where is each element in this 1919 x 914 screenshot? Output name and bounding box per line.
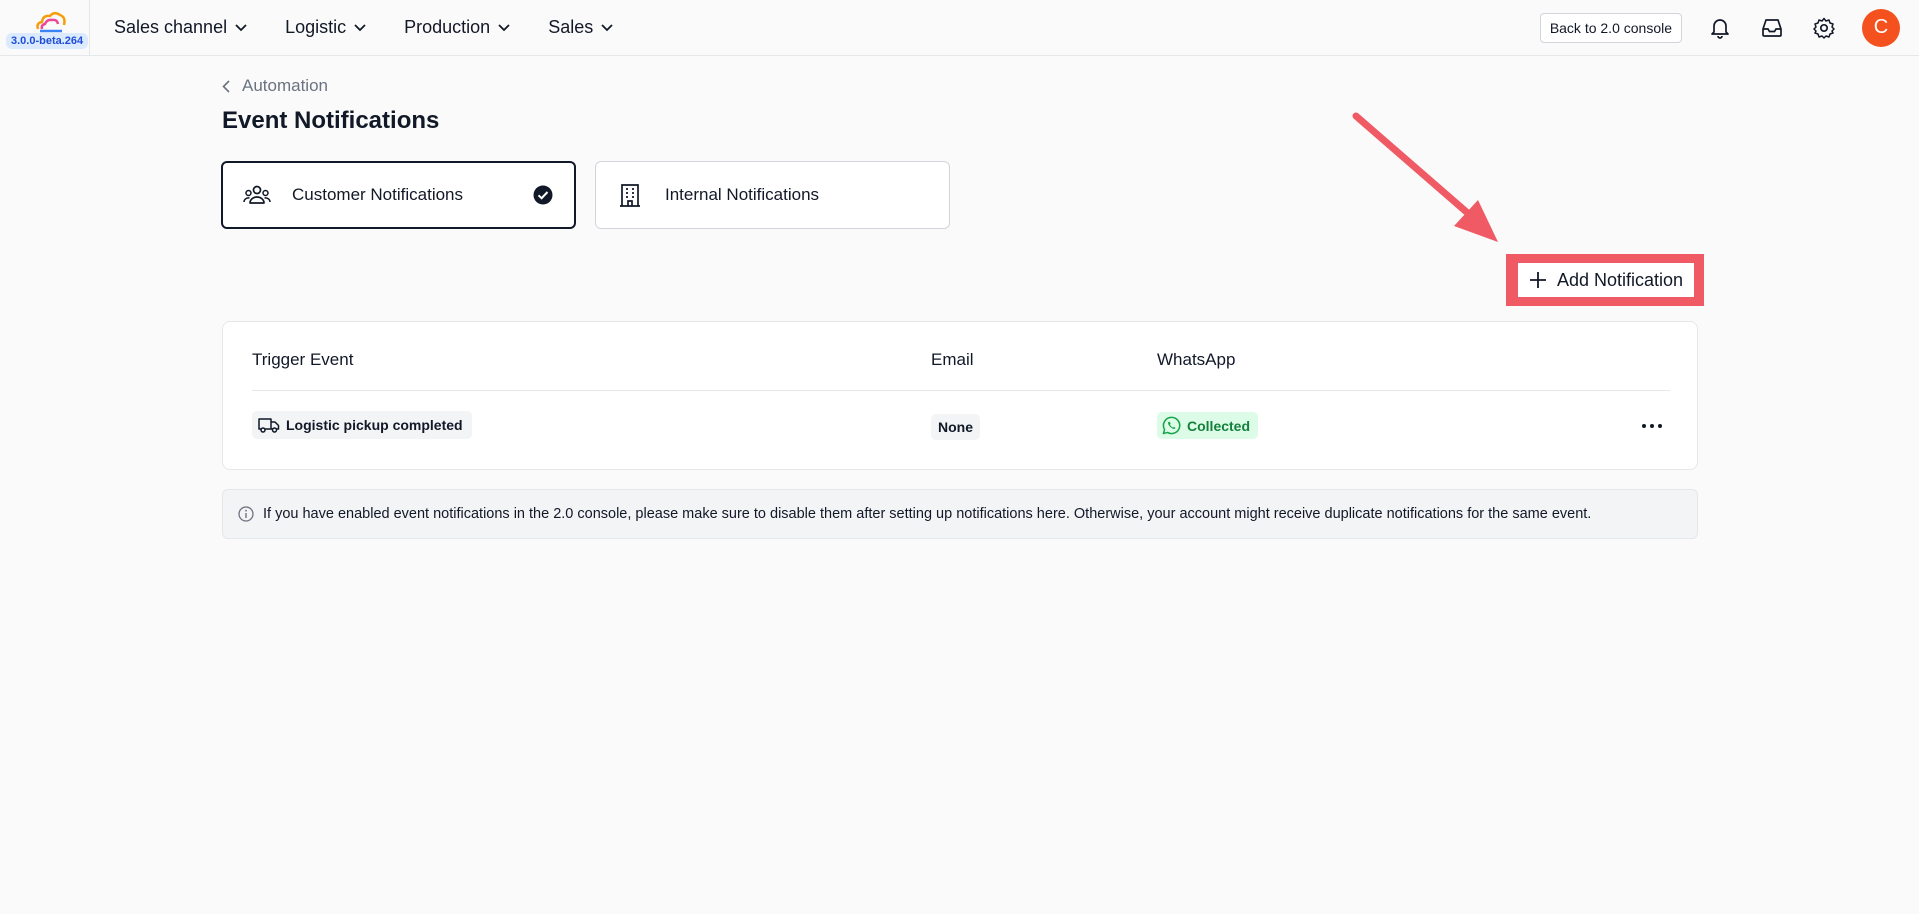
nav-item-production[interactable]: Production [404, 17, 510, 38]
email-status-badge: None [931, 414, 980, 440]
cloud-logo-icon [36, 12, 66, 33]
users-icon [243, 183, 271, 207]
breadcrumb-parent-label: Automation [242, 76, 328, 95]
topbar-actions: Back to 2.0 console C [1539, 0, 1919, 55]
avatar[interactable]: C [1862, 8, 1900, 47]
tab-label: Internal Notifications [665, 185, 820, 204]
column-header-email: Email [931, 350, 974, 369]
chevron-down-icon [498, 23, 510, 31]
tab-internal-notifications[interactable]: Internal Notifications [595, 161, 950, 229]
back-to-console-button[interactable]: Back to 2.0 console [1539, 12, 1682, 43]
nav-item-logistic[interactable]: Logistic [285, 17, 366, 38]
chevron-left-icon [222, 79, 230, 93]
column-header-trigger-event: Trigger Event [252, 350, 354, 369]
nav-item-label: Sales channel [114, 17, 228, 37]
notifications-table: Trigger Event Email WhatsApp Logistic pi… [222, 321, 1698, 470]
chevron-down-icon [235, 23, 247, 31]
table-divider [252, 390, 1670, 391]
trigger-event-label: Logistic pickup completed [286, 417, 463, 433]
breadcrumb[interactable]: Automation [222, 76, 328, 96]
check-circle-icon [533, 185, 553, 205]
column-header-whatsapp: WhatsApp [1157, 350, 1236, 369]
trigger-event-tag: Logistic pickup completed [252, 411, 472, 439]
whatsapp-status-label: Collected [1187, 417, 1251, 434]
whatsapp-status-badge: Collected [1157, 412, 1259, 439]
info-banner: If you have enabled event notifications … [222, 489, 1698, 539]
nav-item-label: Production [404, 17, 491, 37]
add-notification-label: Add Notification [1556, 269, 1684, 290]
info-text: If you have enabled event notifications … [263, 506, 1592, 522]
gear-icon[interactable] [1810, 14, 1838, 42]
nav-item-sales[interactable]: Sales [548, 17, 613, 38]
top-navbar: 3.0.0-beta.264 Sales channel Logistic Pr… [0, 0, 1919, 56]
notifications-bell-icon[interactable] [1706, 14, 1734, 42]
chevron-down-icon [354, 23, 366, 31]
nav-item-sales-channel[interactable]: Sales channel [114, 17, 247, 38]
nav-item-label: Sales [548, 17, 594, 37]
info-icon [238, 506, 254, 522]
tab-customer-notifications[interactable]: Customer Notifications [221, 161, 576, 229]
more-options-icon[interactable] [1638, 416, 1666, 436]
nav-item-label: Logistic [285, 17, 347, 37]
whatsapp-icon [1162, 416, 1181, 435]
truck-icon [258, 418, 280, 433]
chevron-down-icon [601, 23, 613, 31]
inbox-icon[interactable] [1758, 14, 1786, 42]
logo-area[interactable]: 3.0.0-beta.264 [0, 0, 90, 55]
building-icon [616, 183, 644, 207]
main-nav: Sales channel Logistic Production Sales [114, 17, 651, 38]
page-title: Event Notifications [222, 107, 440, 134]
plus-icon [1529, 272, 1546, 288]
tab-label: Customer Notifications [292, 185, 464, 204]
version-badge: 3.0.0-beta.264 [6, 33, 89, 49]
add-notification-button[interactable]: Add Notification [1518, 263, 1694, 297]
annotation-arrow-icon [1352, 112, 1498, 242]
